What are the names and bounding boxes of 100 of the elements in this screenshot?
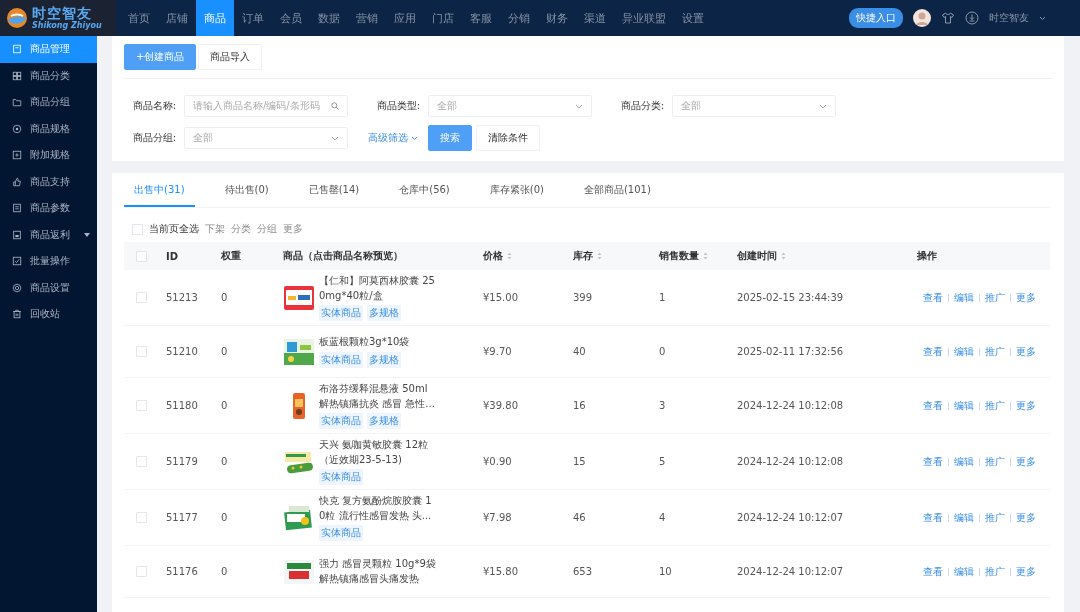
action-link[interactable]: 查看 (923, 454, 943, 469)
action-link[interactable]: 编辑 (954, 510, 974, 525)
action-link[interactable]: 更多 (1016, 344, 1036, 359)
product-name-link[interactable]: 快克 复方氨酚烷胺胶囊 10粒 流行性感冒发热 头... (319, 494, 436, 523)
action-link[interactable]: 编辑 (954, 344, 974, 359)
select-field[interactable]: 全部 (672, 95, 836, 117)
action-link[interactable]: 查看 (923, 398, 943, 413)
table-cell-text: ¥15.00 (482, 292, 519, 303)
import-button[interactable]: 商品导入 (198, 44, 263, 70)
checkbox[interactable] (136, 292, 147, 303)
product-name-link[interactable]: 板蓝根颗粒3g*10袋 (319, 335, 436, 350)
product-tag: 多规格 (367, 351, 401, 368)
status-tab[interactable]: 仓库中(56) (389, 173, 460, 207)
table-cell-text: 2025-02-11 17:32:56 (736, 346, 845, 357)
action-link[interactable]: 查看 (923, 510, 943, 525)
action-link[interactable]: 推广 (985, 510, 1005, 525)
advanced-filter-link[interactable]: 高级筛选 (368, 131, 418, 145)
action-link[interactable]: 更多 (1016, 398, 1036, 413)
search-field[interactable]: 请输入商品名称/编码/条形码 (184, 95, 348, 117)
product-tag: 实体商品 (319, 469, 363, 485)
status-tab[interactable]: 出售中(31) (124, 173, 195, 207)
action-link[interactable]: 更多 (1016, 290, 1036, 305)
nav-tab[interactable]: 会员 (272, 0, 310, 36)
create-button[interactable]: +创建商品 (124, 44, 197, 70)
product-name-link[interactable]: 强力 感冒灵颗粒 10g*9袋解热镇痛感冒头痛发热 (319, 557, 436, 586)
search-button[interactable]: 搜索 (428, 125, 472, 151)
action-link[interactable]: 更多 (1016, 454, 1036, 469)
nav-tab[interactable]: 分销 (500, 0, 538, 36)
nav-tab[interactable]: 数据 (310, 0, 348, 36)
sidebar-item[interactable]: 商品设置 (0, 274, 97, 301)
action-link[interactable]: 编辑 (954, 564, 974, 579)
action-link[interactable]: 查看 (923, 290, 943, 305)
table-cell-text: 2024-12-24 10:12:07 (736, 512, 845, 523)
sidebar-item[interactable]: 附加规格 (0, 142, 97, 169)
select-field[interactable]: 全部 (428, 95, 592, 117)
product-name-link[interactable]: 布洛芬缓释混悬液 50ml 解热镇痛抗炎 感冒 急性... (319, 382, 436, 411)
action-link[interactable]: 编辑 (954, 290, 974, 305)
nav-tab[interactable]: 财务 (538, 0, 576, 36)
checkbox[interactable] (136, 400, 147, 411)
sort-icon[interactable] (597, 252, 602, 260)
nav-tab[interactable]: 店铺 (158, 0, 196, 36)
sidebar-item[interactable]: 商品管理 (0, 36, 97, 63)
table-cell-text: 0 (220, 400, 229, 411)
table-cell-text: 0 (220, 456, 229, 467)
action-link[interactable]: 编辑 (954, 454, 974, 469)
sidebar-item[interactable]: 商品规格 (0, 115, 97, 142)
product-name-link[interactable]: 天兴 氨咖黄敏胶囊 12粒（近效期23-5-13) (319, 438, 436, 467)
status-tab[interactable]: 全部商品(101) (573, 173, 661, 207)
download-icon[interactable] (965, 11, 979, 25)
sidebar-item[interactable]: 商品分类 (0, 62, 97, 89)
status-tab[interactable]: 库存紧张(0) (479, 173, 554, 207)
action-link[interactable]: 查看 (923, 344, 943, 359)
checkbox[interactable] (136, 456, 147, 467)
action-link[interactable]: 更多 (1016, 564, 1036, 579)
sidebar-item[interactable]: 批量操作 (0, 248, 97, 275)
nav-tab[interactable]: 渠道 (576, 0, 614, 36)
sidebar-item[interactable]: 商品支持 (0, 168, 97, 195)
sidebar-item[interactable]: 商品返利 (0, 221, 97, 248)
action-link[interactable]: 推广 (985, 454, 1005, 469)
menu-item-icon (12, 229, 22, 240)
nav-tab[interactable]: 客服 (462, 0, 500, 36)
nav-tab[interactable]: 设置 (674, 0, 712, 36)
nav-tab[interactable]: 首页 (120, 0, 158, 36)
action-link[interactable]: 编辑 (954, 398, 974, 413)
sort-icon[interactable] (781, 252, 786, 260)
checkbox[interactable] (136, 566, 147, 577)
checkbox[interactable] (132, 223, 143, 235)
checkbox[interactable] (136, 346, 147, 357)
sort-icon[interactable] (703, 252, 708, 260)
checkbox[interactable] (136, 512, 147, 523)
status-tab[interactable]: 待出售(0) (214, 173, 279, 207)
nav-tab[interactable]: 订单 (234, 0, 272, 36)
sidebar-item[interactable]: 回收站 (0, 301, 97, 328)
nav-tab[interactable]: 应用 (386, 0, 424, 36)
table-cell-text: 15 (572, 456, 587, 467)
nav-tab[interactable]: 商品 (196, 0, 234, 36)
logo-icon (6, 7, 28, 29)
checkbox[interactable] (136, 250, 147, 262)
nav-tab[interactable]: 异业联盟 (614, 0, 674, 36)
nav-tab[interactable]: 门店 (424, 0, 462, 36)
clear-button[interactable]: 清除条件 (476, 125, 540, 151)
nav-tab[interactable]: 营销 (348, 0, 386, 36)
avatar[interactable] (913, 9, 931, 27)
action-link[interactable]: 推广 (985, 398, 1005, 413)
sidebar-item[interactable]: 商品分组 (0, 89, 97, 116)
action-link[interactable]: 推广 (985, 344, 1005, 359)
status-tab[interactable]: 已售罄(14) (298, 173, 370, 207)
sidebar-item[interactable]: 商品参数 (0, 195, 97, 222)
action-link[interactable]: 更多 (1016, 510, 1036, 525)
action-link[interactable]: 推广 (985, 564, 1005, 579)
quick-access-button[interactable]: 快捷入口 (849, 8, 903, 28)
action-link[interactable]: 推广 (985, 290, 1005, 305)
product-tag: 实体商品 (319, 351, 363, 368)
select-field[interactable]: 全部 (184, 127, 348, 149)
product-name-link[interactable]: 【仁和】阿莫西林胶囊 250mg*40粒/盒 (319, 274, 436, 303)
sort-icon[interactable] (507, 252, 512, 260)
user-menu[interactable]: 时空智友 (989, 11, 1029, 25)
shirt-icon[interactable] (941, 11, 955, 25)
action-link[interactable]: 查看 (923, 564, 943, 579)
table-cell-text: 2024-12-24 10:12:08 (736, 400, 845, 411)
